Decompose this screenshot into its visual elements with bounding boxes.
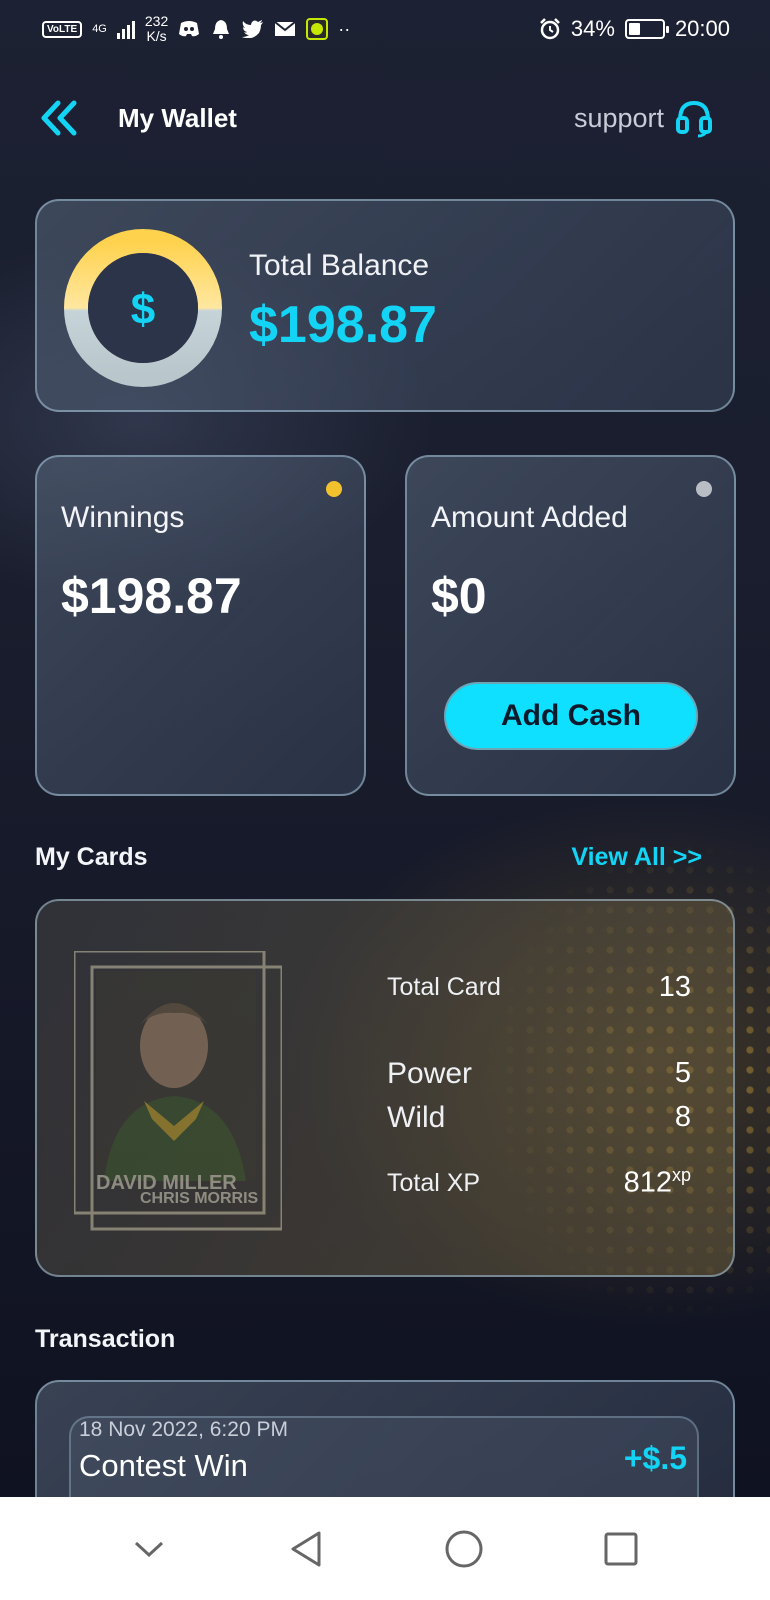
- transaction-item[interactable]: 18 Nov 2022, 6:20 PM Contest Win +$.5: [69, 1416, 699, 1497]
- wild-label: Wild: [387, 1101, 446, 1134]
- total-xp-label: Total XP: [387, 1169, 481, 1197]
- home-circle-icon: [445, 1530, 483, 1567]
- network-speed: 232 K/s: [144, 13, 169, 44]
- wild-value: 8: [674, 1101, 691, 1133]
- winnings-indicator-dot: [326, 481, 342, 497]
- support-button[interactable]: support: [574, 98, 714, 138]
- transaction-amount: +$.5: [623, 1440, 687, 1476]
- signal-icon: [116, 19, 135, 39]
- chevron-down-icon: [134, 1541, 163, 1557]
- support-label: support: [573, 102, 664, 133]
- back-triangle-icon: [291, 1531, 321, 1566]
- dollar-icon: $: [131, 285, 155, 334]
- headset-icon: [676, 100, 712, 138]
- my-cards-summary-card[interactable]: DAVID MILLER CHRIS MORRIS Total Card 13 …: [35, 899, 735, 1277]
- amount-added-label: Amount Added: [431, 501, 628, 534]
- recents-square-icon: [604, 1532, 638, 1565]
- battery-percent: 34%: [570, 16, 615, 41]
- status-bar: VoLTE 4G 232 K/s ·· 34% 20:00: [0, 0, 770, 58]
- clock: 20:00: [674, 16, 730, 41]
- xp-unit: xp: [671, 1165, 691, 1185]
- page-title: My Wallet: [118, 102, 237, 133]
- transaction-date: 18 Nov 2022, 6:20 PM: [79, 1418, 288, 1441]
- back-chevrons-icon: [41, 100, 77, 136]
- winnings-card: Winnings $198.87: [35, 455, 366, 796]
- nav-back-button[interactable]: [281, 1524, 331, 1574]
- nav-recents-button[interactable]: [596, 1524, 646, 1574]
- discord-icon: [178, 19, 200, 39]
- app-notification-icon: [306, 18, 329, 40]
- network-type: 4G: [92, 22, 107, 35]
- transaction-title-text: Contest Win: [79, 1448, 248, 1483]
- total-card-value: 13: [658, 971, 691, 1003]
- nav-collapse-button[interactable]: [124, 1524, 174, 1574]
- my-cards-title: My Cards: [35, 843, 148, 871]
- view-all-link[interactable]: View All >>: [571, 843, 702, 872]
- alarm-icon: [539, 18, 561, 40]
- add-cash-button[interactable]: Add Cash: [444, 682, 698, 750]
- transaction-title: Transaction: [35, 1325, 176, 1353]
- player-card-image: DAVID MILLER CHRIS MORRIS: [74, 951, 282, 1231]
- player-card-name-back: CHRIS MORRIS: [140, 1190, 259, 1207]
- total-balance-card: $ Total Balance $198.87: [35, 199, 735, 412]
- winnings-value: $198.87: [61, 568, 242, 624]
- transaction-list: 18 Nov 2022, 6:20 PM Contest Win +$.5: [35, 1380, 735, 1497]
- more-notifications-icon: ··: [338, 18, 351, 39]
- power-label: Power: [387, 1057, 473, 1090]
- twitter-icon: [242, 19, 264, 39]
- total-balance-value: $198.87: [249, 296, 437, 354]
- total-card-label: Total Card: [387, 973, 501, 1001]
- amount-added-indicator-dot: [696, 481, 712, 497]
- back-button[interactable]: [40, 98, 80, 138]
- app-screen: VoLTE 4G 232 K/s ·· 34% 20:00 My Wallet …: [0, 0, 770, 1497]
- amount-added-card: Amount Added $0 Add Cash: [405, 455, 736, 796]
- balance-ring: $: [64, 229, 222, 387]
- total-xp-value: 812xp: [623, 1165, 691, 1199]
- winnings-label: Winnings: [61, 501, 185, 534]
- app-header: My Wallet support: [40, 92, 714, 144]
- amount-added-value: $0: [431, 568, 487, 624]
- bell-icon: [210, 19, 232, 39]
- system-navigation-bar: [0, 1497, 770, 1600]
- battery-icon: [624, 19, 669, 39]
- mail-icon: [274, 19, 296, 39]
- nav-home-button[interactable]: [439, 1524, 489, 1574]
- power-value: 5: [674, 1057, 691, 1089]
- volte-indicator: VoLTE: [42, 20, 83, 38]
- total-balance-label: Total Balance: [249, 249, 430, 282]
